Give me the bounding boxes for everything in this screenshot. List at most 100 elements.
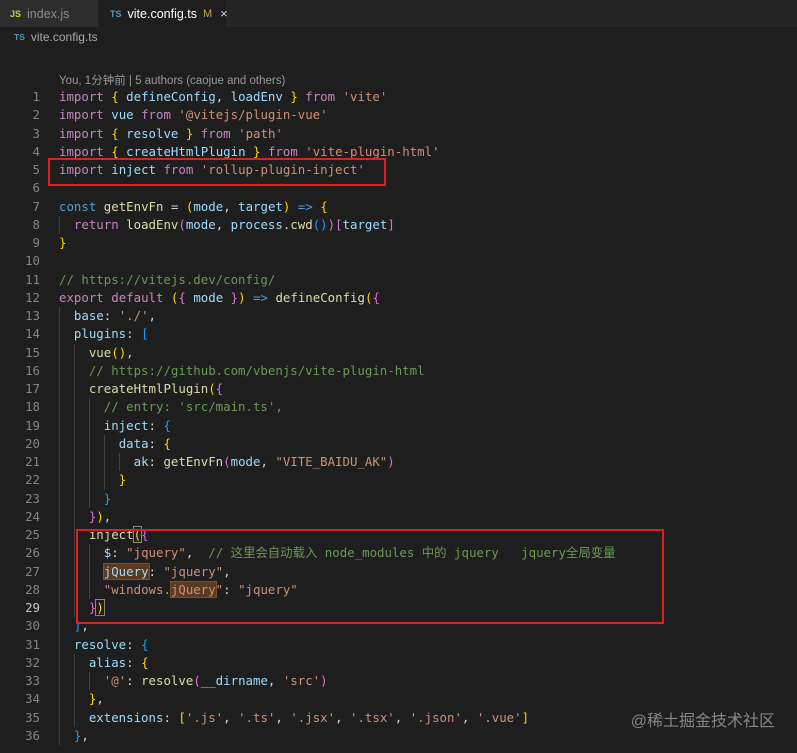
code-token: { bbox=[111, 89, 119, 104]
line-number: 1 bbox=[32, 89, 40, 104]
code-token: ) bbox=[95, 599, 105, 616]
tab-label: index.js bbox=[27, 6, 70, 21]
line-number: 31 bbox=[25, 636, 40, 652]
code-token: '.json' bbox=[409, 709, 462, 725]
code-token: [ bbox=[335, 216, 343, 232]
code-line: 3 import { resolve } from 'path' bbox=[0, 125, 797, 143]
code-token: '.js' bbox=[185, 709, 224, 725]
code-token: { bbox=[141, 636, 149, 652]
code-token: mode bbox=[185, 216, 216, 232]
code-token: extensions bbox=[88, 709, 164, 725]
code-token: } bbox=[118, 472, 127, 488]
line-number: 11 bbox=[25, 271, 40, 287]
code-token: { bbox=[372, 289, 380, 305]
typescript-file-icon: TS bbox=[110, 8, 122, 19]
watermark: @稀土掘金技术社区 bbox=[630, 713, 775, 730]
code-token: ) bbox=[282, 198, 291, 214]
code-line: 12 export default ({ mode }) => defineCon… bbox=[0, 289, 797, 307]
line-number: 10 bbox=[25, 253, 40, 269]
code-token: '.jsx' bbox=[290, 709, 336, 725]
line-number: 5 bbox=[32, 162, 40, 177]
code-token: { bbox=[111, 125, 119, 141]
code-token: { bbox=[320, 198, 328, 214]
code-token: resolve bbox=[73, 636, 127, 652]
line-number: 13 bbox=[25, 308, 40, 323]
code-token: ] bbox=[521, 709, 530, 725]
code-token: cwd bbox=[290, 216, 313, 232]
code-token: resolve bbox=[126, 125, 179, 141]
code-token: => bbox=[253, 289, 268, 305]
code-token: from bbox=[141, 107, 171, 123]
line-number: 32 bbox=[25, 654, 40, 670]
code-token: mode bbox=[230, 454, 261, 469]
code-token: defineConfig bbox=[275, 289, 365, 305]
line-number: 30 bbox=[25, 618, 40, 634]
line-number: 6 bbox=[32, 180, 40, 196]
code-token: ( bbox=[178, 216, 186, 232]
code-token: mode bbox=[193, 289, 224, 305]
code-comment: // https://vitejs.dev/config/ bbox=[59, 271, 276, 287]
breadcrumb[interactable]: TS vite.config.ts bbox=[0, 27, 797, 46]
code-token: { bbox=[215, 381, 224, 396]
modified-indicator: M bbox=[203, 7, 213, 20]
code-token: } bbox=[185, 125, 194, 141]
code-token: from bbox=[267, 143, 298, 159]
code-line: 21 ak: getEnvFn(mode, "VITE_BAIDU_AK") bbox=[0, 453, 797, 472]
code-line: 32 alias: { bbox=[0, 653, 797, 672]
code-token: { bbox=[141, 527, 149, 542]
close-icon[interactable]: × bbox=[220, 6, 228, 21]
code-token: return bbox=[73, 216, 119, 232]
code-line: 13 base: './', bbox=[0, 307, 797, 326]
code-line: 15 vue(), bbox=[0, 343, 797, 362]
code-token: ( bbox=[208, 381, 216, 396]
code-line: 24 }), bbox=[0, 507, 797, 526]
code-token: $ bbox=[103, 545, 112, 561]
line-number: 12 bbox=[25, 289, 40, 305]
git-blame-codelens[interactable]: You, 1分钟前 | 5 authors (caojue and others… bbox=[59, 72, 285, 88]
code-token: ) bbox=[387, 454, 395, 469]
line-number: 17 bbox=[25, 381, 40, 396]
line-number: 7 bbox=[32, 198, 40, 214]
code-line: 26 $: "jquery", // 这里会自动载入 node_modules … bbox=[0, 544, 797, 563]
code-token: ) bbox=[320, 673, 328, 688]
line-number: 22 bbox=[25, 472, 40, 488]
code-line: 29 }) bbox=[0, 599, 797, 618]
breadcrumb-file[interactable]: vite.config.ts bbox=[31, 30, 98, 44]
code-token: from bbox=[163, 162, 194, 177]
line-number: 36 bbox=[25, 727, 40, 743]
code-token: base bbox=[73, 308, 104, 323]
code-token: "jquery" bbox=[238, 581, 298, 597]
code-editor[interactable]: 1 import { defineConfig, loadEnv } from '… bbox=[0, 88, 797, 745]
code-line: 34 }, bbox=[0, 690, 797, 709]
code-line: 19 inject: { bbox=[0, 416, 797, 435]
code-token: mode bbox=[193, 198, 224, 214]
code-token: inject bbox=[111, 162, 156, 177]
code-line: 7 const getEnvFn = (mode, target) => { bbox=[0, 198, 797, 216]
line-number: 27 bbox=[25, 563, 40, 579]
code-token: } bbox=[59, 235, 67, 250]
code-token: 'src' bbox=[282, 673, 321, 688]
code-token: plugins bbox=[73, 326, 127, 342]
tab-index-js[interactable]: JS index.js bbox=[0, 0, 98, 27]
code-line: 4 import { createHtmlPlugin } from 'vite-… bbox=[0, 143, 797, 161]
code-token: import bbox=[59, 89, 104, 104]
tab-vite-config-ts[interactable]: TS vite.config.ts M × bbox=[98, 0, 228, 27]
code-line: 8 return loadEnv(mode, process.cwd())[ta… bbox=[0, 215, 797, 234]
code-token: vue bbox=[88, 344, 112, 360]
code-token: import bbox=[59, 143, 104, 159]
code-token: => bbox=[297, 198, 313, 214]
line-number: 18 bbox=[25, 399, 40, 415]
code-token: { bbox=[163, 417, 171, 433]
code-line: 23 } bbox=[0, 489, 797, 508]
line-number: 2 bbox=[32, 107, 40, 123]
line-number: 35 bbox=[25, 709, 40, 725]
code-token-highlighted: jQuery bbox=[169, 580, 217, 598]
code-token: ( bbox=[223, 454, 231, 469]
code-token: { bbox=[178, 289, 186, 305]
code-token: loadEnv bbox=[126, 216, 179, 232]
code-token: target bbox=[238, 198, 283, 214]
code-token: loadEnv bbox=[230, 89, 283, 104]
code-token: ] bbox=[387, 216, 395, 232]
code-token: () bbox=[312, 216, 328, 232]
code-token: __dirname bbox=[200, 673, 268, 688]
